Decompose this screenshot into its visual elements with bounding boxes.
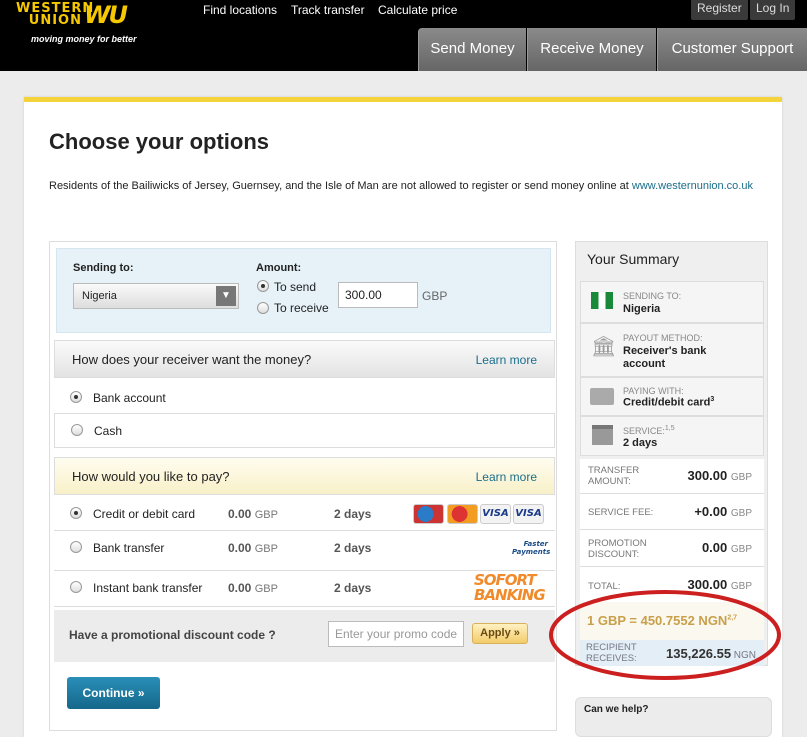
summary-paying-with: PAYING WITH: Credit/debit card3 [580, 377, 764, 416]
page-title: Choose your options [49, 129, 269, 154]
logo-mark[interactable]: WU [84, 3, 128, 27]
to-receive-label: To receive [274, 301, 329, 315]
receive-method-header: How does your receiver want the money? Le… [54, 340, 555, 378]
mastercard-logo [447, 504, 478, 524]
tagline: moving money for better [31, 34, 137, 44]
pay-option-instant-bank[interactable]: Instant bank transfer 0.00 GBP 2 days SO… [54, 571, 555, 607]
summary-payout: 🏛 PAYOUT METHOD: Receiver's bank account [580, 323, 764, 377]
visa-logo: VISA [480, 504, 511, 524]
amount-currency: GBP [422, 289, 448, 303]
red-annotation-ellipse [549, 590, 781, 680]
to-send-radio[interactable] [257, 280, 269, 292]
apply-button[interactable]: Apply » [472, 623, 528, 644]
faster-payments-logo: Faster Payments [512, 540, 551, 556]
promo-label: Have a promotional discount code ? [69, 628, 276, 642]
visa-electron-logo: VISA [513, 504, 544, 524]
sofort-logo: SOFORT BANKING [474, 571, 546, 604]
link-calculate-price[interactable]: Calculate price [378, 3, 457, 17]
summary-service-fee: SERVICE FEE: +0.00 GBP [580, 494, 764, 530]
promo-code-input[interactable]: Enter your promo code [328, 621, 464, 647]
nigeria-flag-icon [591, 292, 613, 309]
summary-sending-to: SENDING TO: Nigeria [580, 281, 764, 323]
amount-label: Amount: [256, 262, 302, 274]
pay-method-header: How would you like to pay? Learn more [54, 457, 555, 495]
summary-title: Your Summary [587, 251, 680, 267]
login-button[interactable]: Log In [750, 0, 796, 20]
tab-customer-support[interactable]: Customer Support [657, 28, 807, 71]
residency-notice: Residents of the Bailiwicks of Jersey, G… [49, 180, 753, 192]
maestro-logo [413, 504, 444, 524]
link-track-transfer[interactable]: Track transfer [291, 3, 365, 17]
chevron-down-icon: ▼ [216, 286, 236, 306]
tab-receive-money[interactable]: Receive Money [527, 28, 656, 71]
summary-transfer-amount: TRANSFER AMOUNT: 300.00 GBP [580, 459, 764, 494]
option-bank-account[interactable]: Bank account [54, 380, 555, 414]
register-button[interactable]: Register [691, 0, 748, 20]
tab-send-money[interactable]: Send Money [418, 28, 526, 71]
westernunion-link[interactable]: www.westernunion.co.uk [632, 180, 753, 192]
logo[interactable]: WESTERN UNION [16, 2, 93, 27]
to-send-label: To send [274, 280, 317, 294]
country-select[interactable]: Nigeria ▼ [73, 283, 239, 309]
sending-to-label: Sending to: [73, 262, 134, 274]
learn-more-link[interactable]: Learn more [476, 341, 537, 379]
to-receive-radio[interactable] [257, 302, 269, 314]
calendar-icon [592, 425, 613, 445]
help-box: Can we help? [575, 697, 772, 737]
pay-option-bank-transfer[interactable]: Bank transfer 0.00 GBP 2 days Faster Pay… [54, 531, 555, 571]
summary-service: SERVICE:1,5 2 days [580, 416, 764, 456]
summary-promotion-discount: PROMOTION DISCOUNT: 0.00 GBP [580, 530, 764, 567]
amount-input[interactable]: 300.00 [338, 282, 418, 308]
credit-card-icon [590, 388, 614, 405]
continue-button[interactable]: Continue » [67, 677, 160, 709]
link-find-locations[interactable]: Find locations [203, 3, 277, 17]
bank-icon: 🏛 [591, 336, 617, 358]
option-cash[interactable]: Cash [54, 414, 555, 448]
learn-more-link[interactable]: Learn more [476, 458, 537, 496]
